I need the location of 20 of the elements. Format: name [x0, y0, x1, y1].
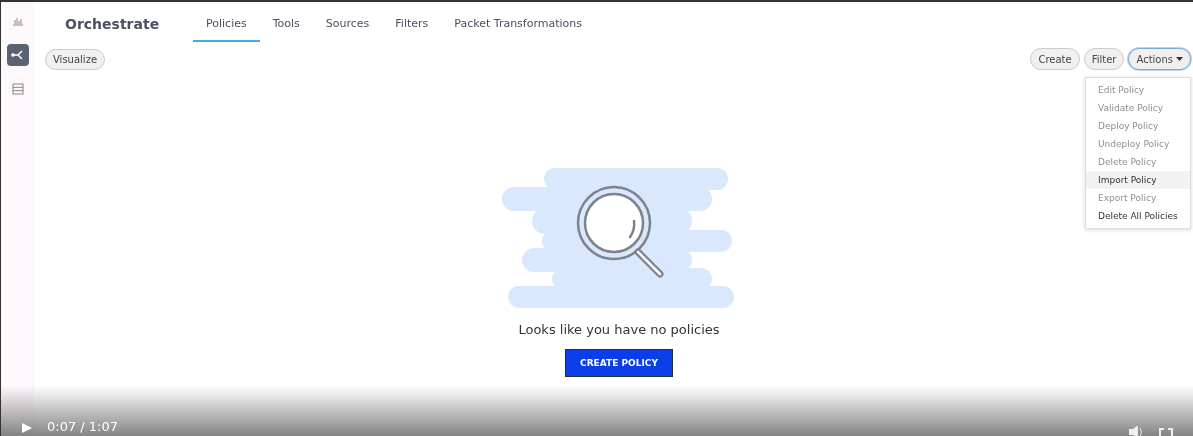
- tab[interactable]: Filters: [382, 17, 442, 42]
- caret-icon: [1176, 56, 1183, 62]
- tab[interactable]: Sources: [312, 17, 383, 42]
- toolbar-button[interactable]: Filter: [1083, 48, 1125, 70]
- toolbar-button[interactable]: Create: [1030, 48, 1080, 70]
- menu-item[interactable]: Delete All Policies: [1086, 207, 1190, 225]
- menu-item[interactable]: Import Policy: [1086, 171, 1190, 189]
- play-icon[interactable]: [21, 423, 33, 433]
- empty-message: Looks like you have no policies: [518, 322, 720, 337]
- tab[interactable]: Policies: [193, 17, 260, 42]
- fullscreen-icon[interactable]: [1159, 428, 1173, 436]
- actions-button[interactable]: Actions: [1128, 48, 1191, 70]
- tab[interactable]: Tools: [259, 17, 313, 42]
- video-time: 0:07 / 1:07: [47, 420, 119, 433]
- tab[interactable]: Packet Transformations: [441, 17, 596, 42]
- volume-icon[interactable]: [1129, 426, 1145, 436]
- share-icon[interactable]: [7, 44, 29, 66]
- visualize-button[interactable]: Visualize: [45, 49, 106, 70]
- create-policy-button[interactable]: CREATE POLICY: [565, 349, 673, 377]
- app-title: Orchestrate: [64, 16, 161, 34]
